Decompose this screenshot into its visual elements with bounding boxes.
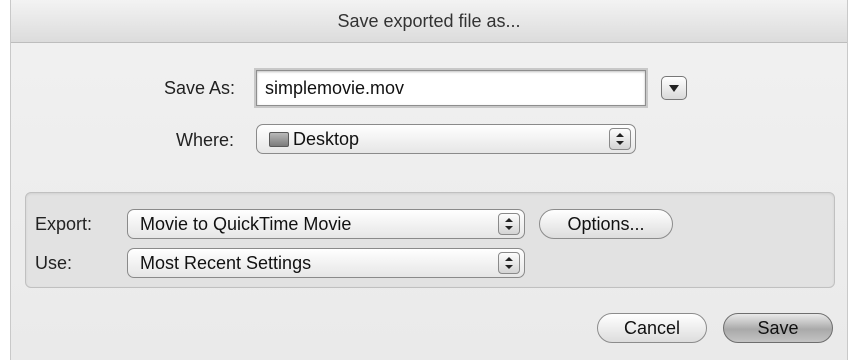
desktop-folder-icon	[269, 131, 289, 147]
use-label: Use:	[35, 253, 73, 273]
where-label: Where:	[176, 130, 235, 150]
up-down-arrows-icon	[609, 128, 631, 150]
options-button[interactable]: Options...	[539, 209, 673, 239]
save-export-dialog: Save exported file as... Save As: Where:…	[10, 0, 848, 360]
save-as-input[interactable]	[254, 68, 648, 108]
up-down-arrows-icon	[498, 252, 520, 274]
use-popup[interactable]: Most Recent Settings	[127, 248, 525, 278]
where-popup[interactable]: Desktop	[256, 124, 636, 154]
cancel-button[interactable]: Cancel	[597, 313, 707, 343]
save-as-label: Save As:	[164, 78, 236, 98]
export-popup[interactable]: Movie to QuickTime Movie	[127, 209, 525, 239]
export-selected: Movie to QuickTime Movie	[140, 213, 352, 234]
use-selected: Most Recent Settings	[140, 252, 312, 273]
title-bar: Save exported file as...	[11, 0, 847, 43]
where-selected: Desktop	[293, 128, 360, 149]
export-label: Export:	[35, 214, 93, 234]
up-down-arrows-icon	[498, 213, 520, 235]
dialog-title: Save exported file as...	[337, 10, 521, 31]
expand-browser-button[interactable]	[661, 76, 687, 100]
disclosure-triangle-icon	[669, 85, 679, 92]
save-button[interactable]: Save	[723, 313, 833, 343]
